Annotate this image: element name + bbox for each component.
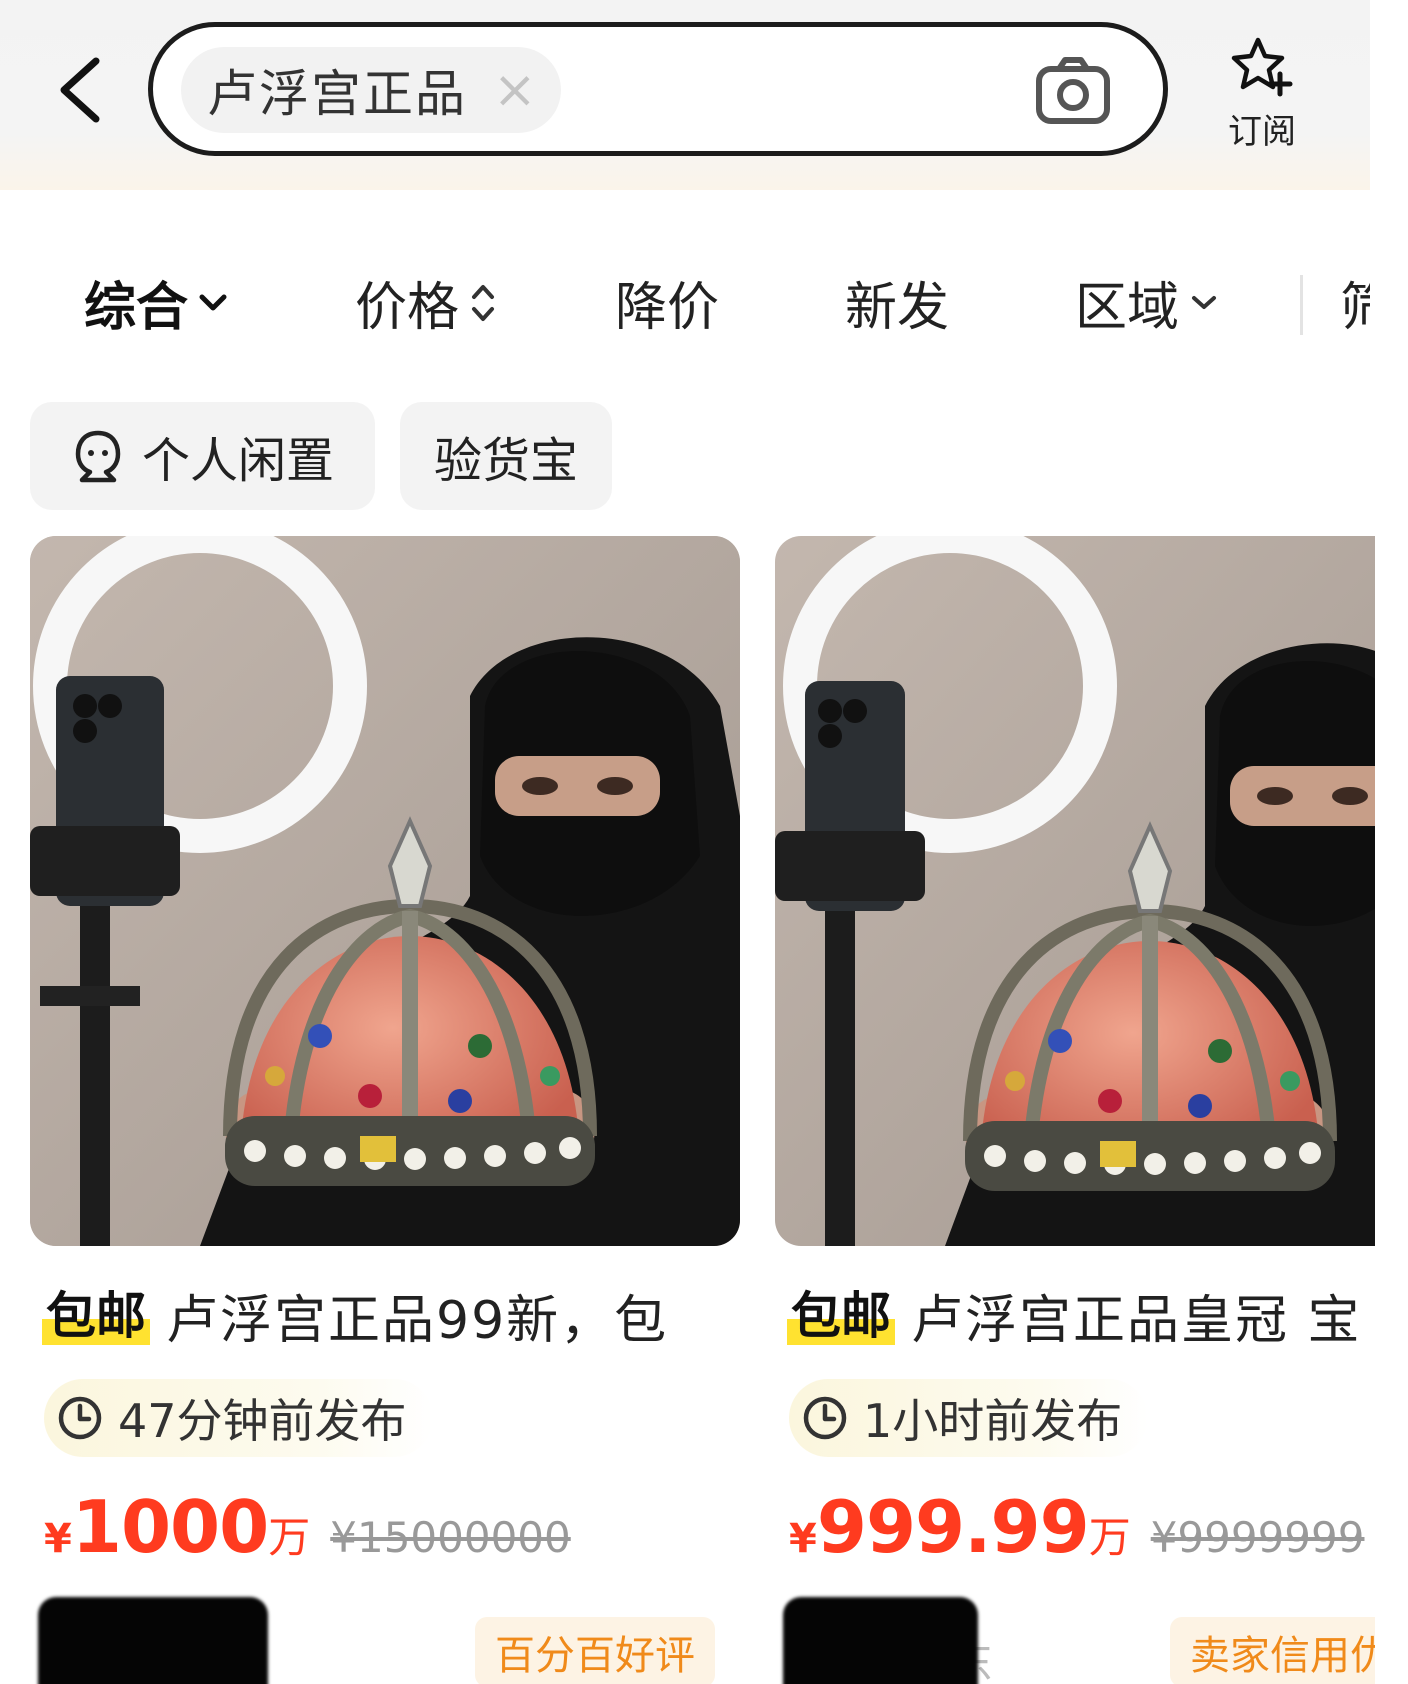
chevron-down-icon [1192,295,1217,309]
tab-divider [1300,275,1303,335]
seller-row[interactable]: 山东 卖家信用优 [775,1597,1375,1684]
back-button[interactable] [52,55,112,125]
price-value: 999.99 [816,1485,1090,1569]
clear-query-icon[interactable]: × [493,64,537,116]
camera-search-button[interactable] [1035,55,1111,125]
posted-time: 1小时前发布 [863,1394,1123,1448]
search-query-text: 卢浮宫正品 [207,65,467,123]
item-title-row: 包邮 卢浮宫正品99新，包 [30,1278,740,1353]
subscribe-label: 订阅 [1228,112,1296,152]
subscribe-button[interactable]: 订阅 [1222,34,1302,153]
chip-label: 个人闲置 [142,433,335,489]
tab-label: 降价 [615,278,720,338]
search-query-chip[interactable]: 卢浮宫正品 × [181,47,561,133]
chip-label: 验货宝 [433,433,578,489]
tab-price[interactable]: 价格 [355,265,497,340]
product-card[interactable]: 包邮 卢浮宫正品99新，包 47分钟前发布 ¥ 1000 万 ¥15000000… [30,536,740,1684]
seller-rating-tag: 卖家信用优 [1170,1617,1375,1684]
free-shipping-badge: 包邮 [787,1286,895,1345]
chip-inspection[interactable]: 验货宝 [400,402,612,510]
posted-time-pill: 47分钟前发布 [44,1379,433,1457]
original-price: ¥9999999 [1150,1513,1365,1562]
search-box[interactable]: 卢浮宫正品 × [148,22,1168,156]
chevron-left-icon [60,57,100,123]
tab-filter[interactable]: 筛 [1340,265,1370,340]
price-unit: 万 [1088,1513,1131,1562]
posted-time-pill: 1小时前发布 [789,1379,1149,1457]
redacted-seller-info [38,1597,268,1684]
clock-icon [803,1396,847,1440]
redacted-seller-info [783,1597,978,1684]
filter-tabs: 综合 价格 降价 新发 区域 筛 [0,225,1370,375]
currency-symbol: ¥ [789,1516,817,1562]
tab-label: 区域 [1075,278,1180,338]
item-title: 卢浮宫正品99新，包 [166,1291,669,1351]
item-title: 卢浮宫正品皇冠 宝 [911,1291,1362,1351]
chip-personal-idle[interactable]: 个人闲置 [30,402,375,510]
posted-time: 47分钟前发布 [118,1394,407,1448]
tab-region[interactable]: 区域 [1075,265,1219,340]
product-image [30,536,740,1246]
tab-comprehensive[interactable]: 综合 [84,265,228,340]
product-photo[interactable] [30,536,740,1246]
price-row: ¥ 999.99 万 ¥9999999 [789,1485,1375,1569]
star-plus-icon [1231,37,1293,97]
sort-updown-icon [472,284,495,321]
person-icon [75,430,121,483]
price-unit: 万 [268,1513,311,1562]
tab-label: 新发 [845,278,950,338]
item-title-row: 包邮 卢浮宫正品皇冠 宝 [775,1278,1375,1353]
tab-label: 价格 [355,278,460,338]
price-row: ¥ 1000 万 ¥15000000 [44,1485,740,1569]
seller-row[interactable]: 湖南 百分百好评 [30,1597,740,1684]
seller-rating-tag: 百分百好评 [475,1617,715,1684]
clock-icon [58,1396,102,1440]
camera-icon [1036,57,1110,124]
tab-label: 综合 [84,278,189,338]
tab-price-drop[interactable]: 降价 [615,265,719,340]
product-card[interactable]: 包邮 卢浮宫正品皇冠 宝 1小时前发布 ¥ 999.99 万 ¥9999999 … [775,536,1375,1684]
price-value: 1000 [71,1485,269,1569]
currency-symbol: ¥ [44,1516,72,1562]
chevron-down-icon [199,294,227,310]
original-price: ¥15000000 [330,1513,571,1562]
product-photo[interactable] [775,536,1375,1246]
product-image [775,536,1375,1246]
top-bar: 卢浮宫正品 × 订阅 [0,0,1370,190]
free-shipping-badge: 包邮 [42,1286,150,1345]
tab-new[interactable]: 新发 [845,265,949,340]
